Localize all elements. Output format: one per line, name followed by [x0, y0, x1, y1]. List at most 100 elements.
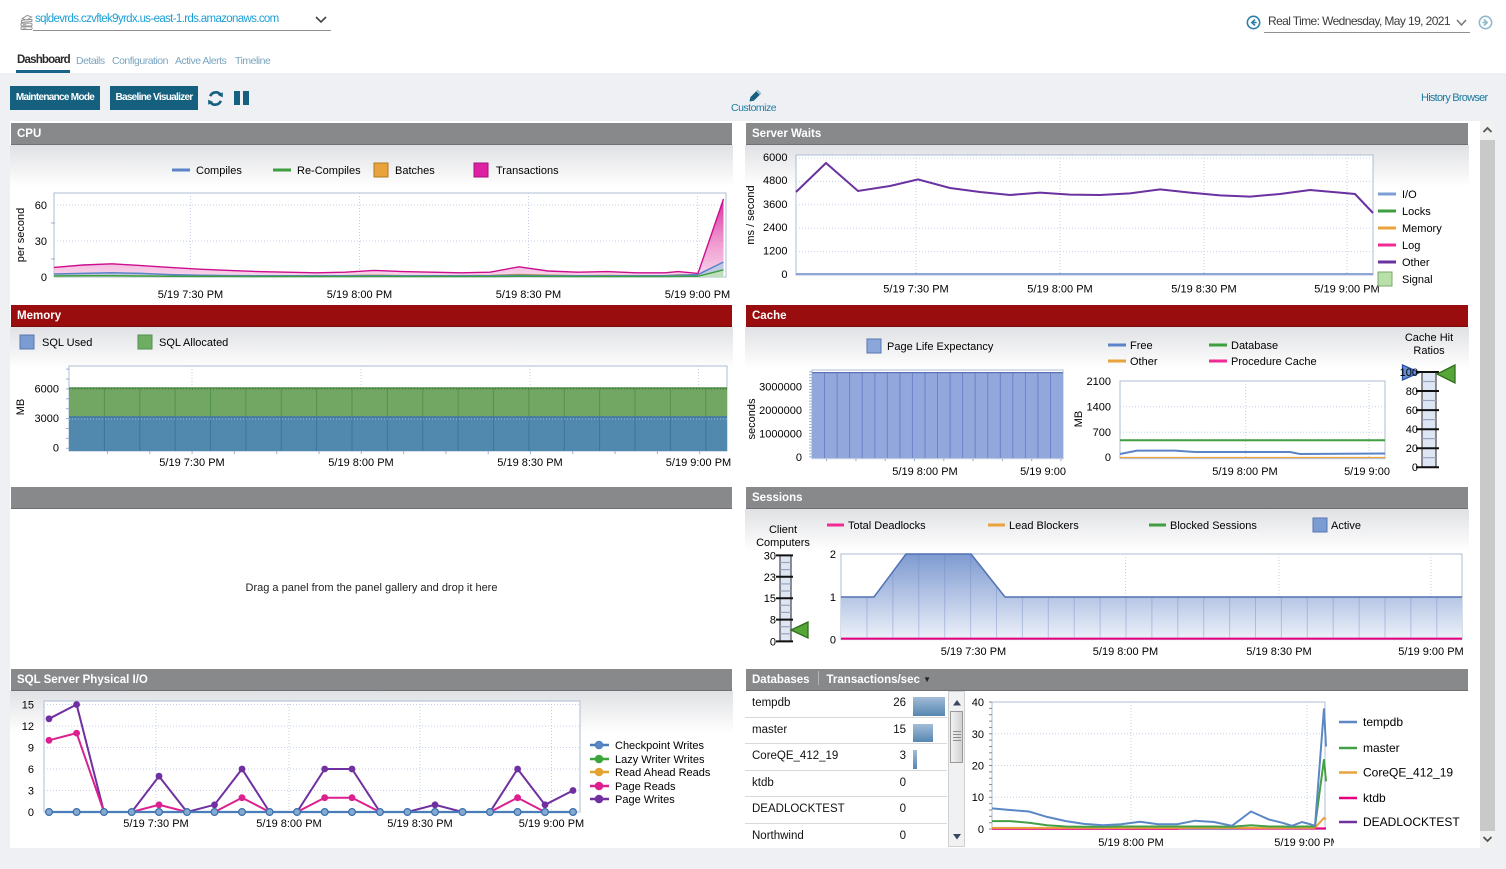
svg-text:5/19 9:00 PM: 5/19 9:00 PM: [666, 457, 731, 469]
svg-text:700: 700: [1093, 427, 1111, 439]
svg-text:0: 0: [53, 443, 59, 455]
svg-text:80: 80: [1406, 386, 1418, 398]
svg-text:Page Reads: Page Reads: [615, 781, 676, 793]
svg-text:5/19 8:00 PM: 5/19 8:00 PM: [1093, 646, 1158, 658]
svg-text:5/19 8:30 PM: 5/19 8:30 PM: [1171, 284, 1236, 296]
svg-text:5/19 8:00 PM: 5/19 8:00 PM: [327, 289, 392, 301]
svg-text:Page Writes: Page Writes: [615, 794, 675, 806]
svg-text:Computers: Computers: [756, 537, 810, 549]
svg-text:4800: 4800: [763, 175, 787, 187]
svg-text:Blocked Sessions: Blocked Sessions: [1170, 520, 1257, 532]
svg-text:0: 0: [770, 636, 776, 648]
svg-text:seconds: seconds: [746, 398, 758, 439]
svg-text:5/19 9:00 PM: 5/19 9:00 PM: [1274, 837, 1334, 847]
svg-text:5/19 9:00 PM: 5/19 9:00 PM: [1314, 284, 1379, 296]
svg-text:Other: Other: [1130, 356, 1158, 368]
svg-text:5/19 7:30 PM: 5/19 7:30 PM: [158, 289, 223, 301]
svg-text:0: 0: [1412, 462, 1418, 474]
svg-text:23: 23: [764, 572, 776, 584]
svg-text:5/19 7:30 PM: 5/19 7:30 PM: [883, 284, 948, 296]
svg-text:tempdb: tempdb: [1363, 715, 1403, 729]
svg-text:Free: Free: [1130, 340, 1153, 352]
svg-text:2: 2: [830, 549, 836, 561]
svg-text:SQL Used: SQL Used: [42, 337, 92, 349]
svg-text:5/19 8:00 PM: 5/19 8:00 PM: [1027, 284, 1092, 296]
svg-text:30: 30: [35, 236, 47, 248]
svg-text:master: master: [1363, 741, 1400, 755]
svg-text:5/19 9:00 PM: 5/19 9:00 PM: [665, 289, 730, 301]
svg-text:3000: 3000: [35, 413, 59, 425]
svg-text:ktdb: ktdb: [1363, 791, 1386, 805]
svg-text:Client: Client: [769, 524, 797, 536]
svg-text:Cache Hit: Cache Hit: [1405, 332, 1453, 344]
svg-text:DEADLOCKTEST: DEADLOCKTEST: [1363, 815, 1460, 829]
svg-text:40: 40: [1406, 424, 1418, 436]
svg-text:1000000: 1000000: [759, 428, 802, 440]
svg-text:Procedure Cache: Procedure Cache: [1231, 356, 1317, 368]
svg-text:Log: Log: [1402, 240, 1420, 252]
svg-text:9: 9: [28, 743, 34, 755]
svg-text:2100: 2100: [1087, 376, 1111, 388]
svg-text:15: 15: [22, 700, 34, 712]
svg-text:Ratios: Ratios: [1413, 345, 1445, 357]
svg-text:Compiles: Compiles: [196, 165, 242, 177]
svg-text:5/19 8:00 PM: 5/19 8:00 PM: [256, 818, 321, 830]
svg-text:1: 1: [830, 592, 836, 604]
svg-text:CoreQE_412_19: CoreQE_412_19: [1363, 766, 1453, 780]
svg-text:Signal: Signal: [1402, 274, 1433, 286]
svg-text:Re-Compiles: Re-Compiles: [297, 165, 361, 177]
svg-text:Active: Active: [1331, 520, 1361, 532]
svg-text:Locks: Locks: [1402, 206, 1431, 218]
svg-text:0: 0: [28, 807, 34, 819]
svg-text:10: 10: [972, 792, 984, 804]
svg-text:Database: Database: [1231, 340, 1278, 352]
svg-text:5/19 7:30 PM: 5/19 7:30 PM: [159, 457, 224, 469]
svg-text:0: 0: [1105, 452, 1111, 464]
svg-text:5/19 8:30 PM: 5/19 8:30 PM: [1246, 646, 1311, 658]
svg-text:Lazy Writer Writes: Lazy Writer Writes: [615, 754, 705, 766]
svg-text:0: 0: [830, 635, 836, 647]
svg-text:15: 15: [764, 593, 776, 605]
svg-text:20: 20: [1406, 443, 1418, 455]
svg-text:Lead Blockers: Lead Blockers: [1009, 520, 1079, 532]
svg-text:5/19 9:00: 5/19 9:00: [1020, 466, 1066, 478]
svg-text:5/19 8:00 PM: 5/19 8:00 PM: [1212, 466, 1277, 478]
svg-text:MB: MB: [1073, 411, 1085, 428]
svg-text:5/19 8:00 PM: 5/19 8:00 PM: [328, 457, 393, 469]
svg-text:5/19 9:00 PM: 5/19 9:00 PM: [1398, 646, 1463, 658]
svg-text:0: 0: [781, 269, 787, 281]
svg-text:0: 0: [978, 824, 984, 836]
svg-text:60: 60: [35, 200, 47, 212]
svg-text:3000000: 3000000: [759, 381, 802, 393]
svg-text:6: 6: [28, 764, 34, 776]
svg-text:30: 30: [764, 550, 776, 562]
svg-text:Other: Other: [1402, 257, 1430, 269]
svg-text:3: 3: [28, 786, 34, 798]
svg-text:SQL Allocated: SQL Allocated: [159, 337, 228, 349]
svg-text:I/O: I/O: [1402, 189, 1417, 201]
svg-text:5/19 8:30 PM: 5/19 8:30 PM: [497, 457, 562, 469]
svg-text:MB: MB: [15, 399, 27, 416]
svg-text:30: 30: [972, 729, 984, 741]
svg-text:ms / second: ms / second: [745, 185, 757, 244]
svg-text:2400: 2400: [763, 222, 787, 234]
svg-text:40: 40: [972, 697, 984, 709]
svg-text:8: 8: [770, 615, 776, 627]
svg-text:Page Life Expectancy: Page Life Expectancy: [887, 341, 994, 353]
svg-text:Transactions: Transactions: [496, 165, 559, 177]
svg-text:Total Deadlocks: Total Deadlocks: [848, 520, 926, 532]
svg-text:1200: 1200: [763, 246, 787, 258]
svg-text:3600: 3600: [763, 199, 787, 211]
svg-text:5/19 8:00 PM: 5/19 8:00 PM: [892, 466, 957, 478]
svg-text:0: 0: [796, 452, 802, 464]
svg-text:5/19 8:00 PM: 5/19 8:00 PM: [1098, 837, 1163, 847]
svg-text:20: 20: [972, 761, 984, 773]
svg-text:2000000: 2000000: [759, 405, 802, 417]
svg-text:1400: 1400: [1087, 402, 1111, 414]
svg-text:6000: 6000: [763, 152, 787, 164]
svg-text:5/19 8:30 PM: 5/19 8:30 PM: [496, 289, 561, 301]
svg-text:12: 12: [22, 721, 34, 733]
svg-text:Batches: Batches: [395, 165, 435, 177]
svg-text:5/19 8:30 PM: 5/19 8:30 PM: [387, 818, 452, 830]
svg-text:100: 100: [1400, 367, 1418, 379]
